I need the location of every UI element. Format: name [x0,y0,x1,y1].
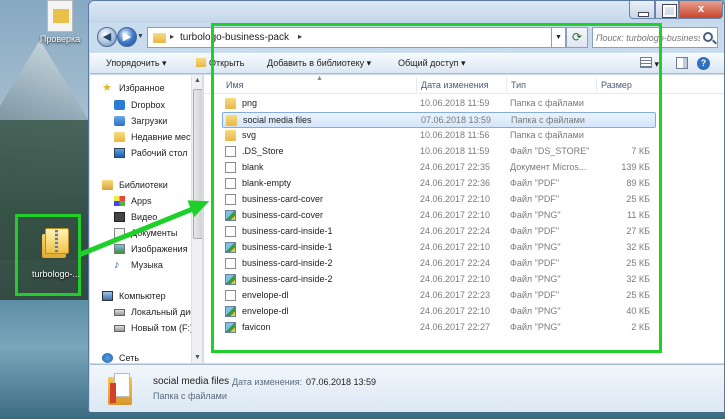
desktop-icon-label: Проверка [39,34,81,44]
desktop-icon [114,148,125,158]
dropbox-icon [114,100,125,110]
nav-label: Сеть [119,353,140,363]
nav-label: Музыка [131,260,163,270]
scroll-up-icon[interactable]: ▲ [194,77,201,84]
preview-pane-button[interactable] [676,57,688,69]
document-icon [47,0,73,32]
zip-archive-label: turbologo-... [32,269,81,279]
details-pane: social media files Дата изменения: 07.06… [90,364,724,412]
nav-label: Компьютер [119,291,166,301]
nav-label: Рабочий стол [131,148,188,158]
nav-label: Видео [131,212,158,222]
close-button[interactable]: x [679,1,723,19]
folder-open-icon [196,58,206,67]
back-button[interactable]: ◀ [97,27,117,47]
nav-label: Локальный диск [131,307,199,317]
title-bar[interactable]: x [89,1,724,23]
apps-icon [114,196,125,206]
help-button[interactable]: ? [697,57,710,70]
scroll-down-icon[interactable]: ▼ [194,354,201,361]
star-icon: ★ [102,82,112,94]
hard-drive-icon [114,325,125,332]
network-icon [102,353,113,363]
navigation-pane: ★ Избранное Dropbox Загрузки Недавние ме… [90,75,203,363]
minimize-button[interactable] [629,1,655,19]
recent-locations-dropdown[interactable]: ▼ [137,33,144,40]
library-icon [102,180,113,190]
folder-icon [153,33,166,43]
nav-scrollbar[interactable]: ▲ ▼ [191,75,202,363]
computer-icon [102,291,113,301]
nav-label: Библиотеки [119,180,168,190]
images-icon [114,244,125,254]
details-modified-value: 07.06.2018 13:59 [306,377,377,387]
arrow-right-icon: ▶ [122,31,132,43]
forward-button[interactable]: ▶ [117,27,137,47]
highlight-box-files [211,23,662,353]
organize-menu[interactable]: Упорядочить ▾ [106,58,167,69]
chevron-right-icon[interactable]: ▸ [170,32,174,41]
video-icon [114,212,125,222]
downloads-icon [114,116,125,126]
nav-label: Избранное [119,83,165,93]
details-modified-label: Дата изменения: [232,377,303,387]
search-icon[interactable] [703,32,713,42]
nav-label: Загрузки [131,116,168,126]
details-item-type: Папка с файлами [153,391,227,401]
hard-drive-icon [114,309,125,316]
nav-label: Изображения [131,244,188,254]
explorer-window: x ◀ ▶ ▼ ▸ turbologo-business-pack ▸ ▼ ⟳ … [88,0,725,412]
recent-places-icon [114,132,125,142]
details-item-name: social media files [153,376,230,387]
music-note-icon: ♪ [114,259,120,271]
nav-label: Недавние места [131,132,200,142]
nav-label: Dropbox [131,100,166,110]
nav-label: Apps [131,196,152,206]
nav-label: Новый том (F:) [131,323,193,333]
desktop-icon-proverka[interactable]: Проверка [36,0,84,44]
folder-large-icon [108,373,134,405]
zip-archive-icon[interactable] [42,228,70,258]
arrow-left-icon: ◀ [102,31,112,43]
maximize-button[interactable] [655,1,679,19]
